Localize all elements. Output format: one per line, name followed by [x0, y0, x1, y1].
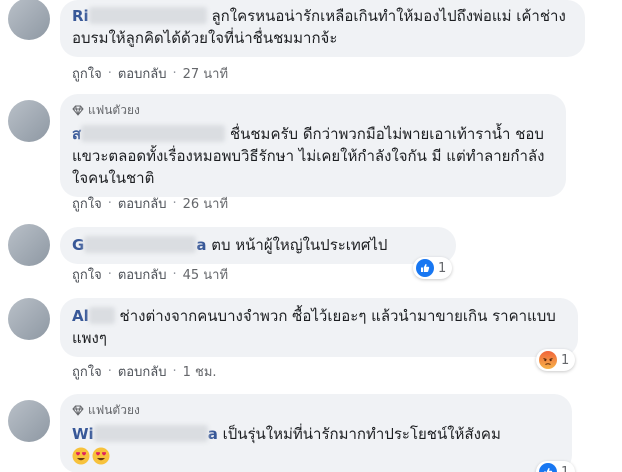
timestamp[interactable]: 45 นาที	[183, 264, 228, 285]
name-blur	[84, 236, 197, 253]
comment-text: เป็นรุ่นใหม่ที่น่ารักมากทำประโยชน์ให้สัง…	[222, 425, 501, 443]
like-link[interactable]: ถูกใจ	[72, 63, 102, 84]
heart-eyes-emoji-icon	[72, 447, 90, 465]
avatar[interactable]	[8, 100, 50, 142]
like-link[interactable]: ถูกใจ	[72, 264, 102, 285]
separator: ·	[172, 66, 177, 81]
reply-link[interactable]: ตอบกลับ	[118, 361, 167, 382]
comment-actions: ถูกใจ · ตอบกลับ · 45 นาที	[72, 264, 228, 285]
timestamp[interactable]: 1 ชม.	[183, 361, 217, 382]
commenter-name[interactable]: ส	[72, 125, 226, 143]
comment-text: ช่างต่างจากคนบางจำพวก ซื้อไว้เยอะๆ แล้วน…	[72, 307, 556, 347]
name-blur	[81, 125, 226, 142]
comment-bubble: Al ช่างต่างจากคนบางจำพวก ซื้อไว้เยอะๆ แล…	[60, 298, 578, 357]
avatar[interactable]	[8, 224, 50, 266]
comment-text: ตบ หน้าผู้ใหญ่ในประเทศไป	[211, 236, 388, 254]
diamond-icon	[72, 405, 84, 416]
separator: ·	[172, 267, 177, 282]
name-blur	[88, 7, 207, 24]
angry-reaction-icon	[539, 351, 557, 369]
diamond-icon	[72, 105, 84, 116]
top-fan-badge: แฟนตัวยง	[72, 401, 560, 420]
avatar[interactable]	[8, 298, 50, 340]
like-link[interactable]: ถูกใจ	[72, 361, 102, 382]
separator: ·	[107, 267, 112, 282]
comment-bubble: แฟนตัวยง ส ชื่นชมครับ ดีกว่าพวกมือไม่พาย…	[60, 94, 566, 197]
commenter-name[interactable]: Al	[72, 307, 115, 325]
comment-actions: ถูกใจ · ตอบกลับ · 1 ชม.	[72, 361, 217, 382]
commenter-name[interactable]: Wi a	[72, 425, 218, 443]
fan-badge-label: แฟนตัวยง	[88, 103, 140, 117]
reply-link[interactable]: ตอบกลับ	[118, 264, 167, 285]
name-blur	[93, 425, 208, 442]
like-link[interactable]: ถูกใจ	[72, 193, 102, 214]
separator: ·	[172, 196, 177, 211]
heart-eyes-emoji-icon	[92, 447, 110, 465]
reaction-count[interactable]: 1	[536, 349, 576, 371]
fan-badge-label: แฟนตัวยง	[88, 403, 140, 417]
commenter-name[interactable]: Ga	[72, 236, 206, 254]
top-fan-badge: แฟนตัวยง	[72, 101, 554, 120]
comment-actions: ถูกใจ · ตอบกลับ · 26 นาที	[72, 193, 228, 214]
separator: ·	[107, 66, 112, 81]
reaction-count[interactable]: 1	[413, 257, 453, 279]
reaction-count-value: 1	[561, 464, 570, 472]
comment-bubble: แฟนตัวยง Wi a เป็นรุ่นใหม่ที่น่ารักมากทำป…	[60, 394, 572, 472]
separator: ·	[107, 364, 112, 379]
comment-actions: ถูกใจ · ตอบกลับ · 27 นาที	[72, 63, 228, 84]
reaction-count[interactable]: 1	[536, 461, 576, 472]
reaction-count-value: 1	[561, 352, 570, 368]
commenter-name[interactable]: Ri	[72, 7, 207, 25]
avatar[interactable]	[8, 400, 50, 442]
reply-link[interactable]: ตอบกลับ	[118, 63, 167, 84]
comment-bubble: Ga ตบ หน้าผู้ใหญ่ในประเทศไป	[60, 227, 456, 264]
reply-link[interactable]: ตอบกลับ	[118, 193, 167, 214]
emoji-row	[72, 447, 560, 465]
separator: ·	[172, 364, 177, 379]
timestamp[interactable]: 26 นาที	[183, 193, 228, 214]
like-reaction-icon	[416, 259, 434, 277]
name-blur	[88, 307, 115, 324]
timestamp[interactable]: 27 นาที	[183, 63, 228, 84]
reaction-count-value: 1	[438, 260, 447, 276]
comment-bubble: Ri ลูกใครหนอน่ารักเหลือเกินทำให้มองไปถึง…	[60, 0, 585, 57]
avatar[interactable]	[8, 0, 50, 40]
separator: ·	[107, 196, 112, 211]
like-reaction-icon	[539, 463, 557, 472]
